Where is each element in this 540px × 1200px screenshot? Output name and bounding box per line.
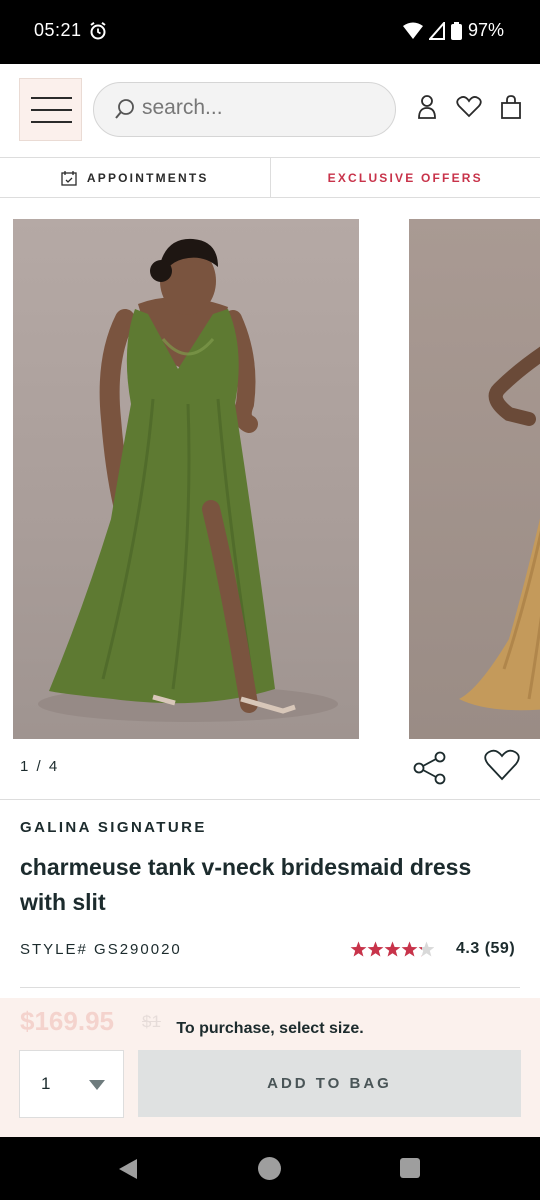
purchase-sheet: $169.95 $1 To purchase, select size. 1 A… <box>0 998 540 1137</box>
status-bar: 05:21 97% <box>0 0 540 64</box>
hamburger-menu-icon <box>31 97 72 99</box>
search-placeholder: search... <box>142 96 223 119</box>
product-gallery[interactable]: 1 / 4 <box>0 198 540 800</box>
quantity-value: 1 <box>41 1074 51 1093</box>
select-size-message: To purchase, select size. <box>176 1020 364 1037</box>
search-icon <box>115 99 134 119</box>
style-number: STYLE# GS290020 <box>20 941 182 958</box>
menu-line <box>31 109 72 111</box>
section-divider <box>0 799 540 800</box>
site-header: search... <box>0 64 540 157</box>
home-icon[interactable] <box>258 1157 281 1180</box>
exclusive-offers-label: EXCLUSIVE OFFERS <box>327 170 483 185</box>
wifi-icon <box>402 22 423 39</box>
image-counter: 1 / 4 <box>20 758 60 775</box>
dress-illustration-next <box>459 346 540 711</box>
heart-icon[interactable] <box>456 96 482 118</box>
calendar-icon <box>61 170 77 186</box>
product-photo-next[interactable] <box>409 219 540 739</box>
search-input[interactable]: search... <box>93 82 396 137</box>
battery-level: 97% <box>467 20 504 40</box>
promo-bar: APPOINTMENTS EXCLUSIVE OFFERS <box>0 157 540 198</box>
info-divider <box>20 987 520 988</box>
add-to-bag-button[interactable]: ADD TO BAG <box>138 1050 521 1117</box>
rating-summary[interactable]: 4.3 (59) <box>456 940 515 958</box>
rating-stars[interactable] <box>350 941 434 958</box>
dress-illustration <box>38 238 338 722</box>
menu-line <box>31 121 72 123</box>
account-icon[interactable] <box>417 94 437 120</box>
product-photo-main[interactable] <box>13 219 359 739</box>
chevron-down-icon <box>89 1080 105 1090</box>
appointments-link[interactable]: APPOINTMENTS <box>0 158 271 197</box>
battery-icon <box>450 21 462 40</box>
alarm-icon <box>90 21 106 40</box>
signal-icon <box>428 21 445 40</box>
brand-name[interactable]: GALINA SIGNATURE <box>20 819 207 836</box>
system-nav-bar <box>0 1137 540 1200</box>
star-rating-icon <box>350 941 434 957</box>
hamburger-menu-button[interactable] <box>19 78 82 141</box>
share-icon[interactable] <box>412 751 448 785</box>
back-icon[interactable] <box>118 1158 138 1180</box>
recent-apps-icon[interactable] <box>400 1158 420 1178</box>
bag-icon[interactable] <box>500 95 522 119</box>
wishlist-heart-icon[interactable] <box>484 749 520 781</box>
status-time: 05:21 <box>34 20 82 40</box>
exclusive-offers-link[interactable]: EXCLUSIVE OFFERS <box>271 158 540 197</box>
appointments-label: APPOINTMENTS <box>86 170 209 185</box>
product-title: charmeuse tank v-neck bridesmaid dress w… <box>20 854 472 915</box>
quantity-select[interactable]: 1 <box>19 1050 124 1118</box>
